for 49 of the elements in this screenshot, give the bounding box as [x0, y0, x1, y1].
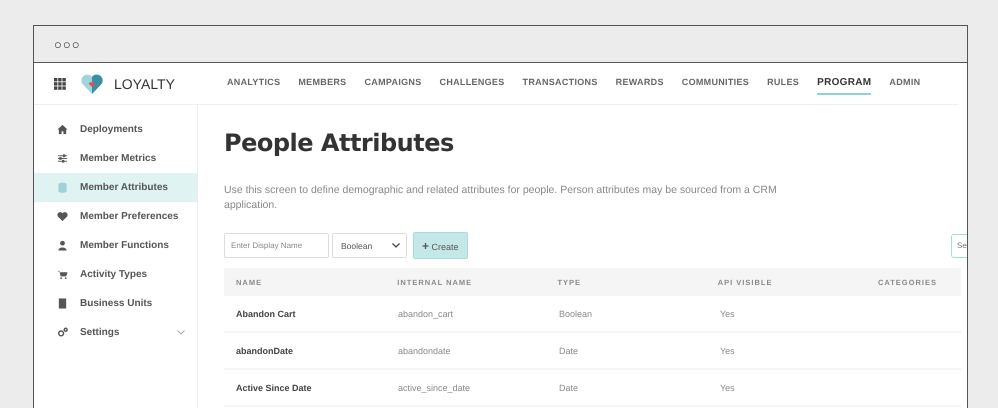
nav-tab[interactable]: COMMUNITIES	[682, 72, 750, 95]
nav-tab[interactable]: RULES	[767, 72, 800, 95]
sidebar-item[interactable]: Business Units	[34, 289, 197, 318]
apps-grid-icon[interactable]	[54, 78, 66, 90]
table-cell-text: Date	[558, 382, 580, 393]
table-cell-text: Yes	[719, 308, 736, 319]
building-icon	[57, 298, 68, 309]
type-dropdown[interactable]: Boolean	[332, 233, 407, 258]
page-title: People Attributes	[224, 129, 455, 157]
brand-name: LOYALTY	[114, 76, 175, 92]
table-cell-text: abandonDate	[235, 346, 294, 356]
table-cell-text: Boolean	[558, 308, 594, 319]
create-button[interactable]: + Create	[413, 232, 468, 260]
sidebar-item[interactable]: Member Metrics	[34, 144, 197, 173]
search-field[interactable]: Se	[951, 234, 967, 258]
nav-tab[interactable]: REWARDS	[616, 72, 664, 95]
heart-icon	[57, 211, 68, 222]
display-name-field[interactable]: Enter Display Name	[224, 233, 329, 258]
sidebar-item[interactable]: Settings	[34, 318, 197, 347]
table-cell-text: abandondate	[397, 346, 452, 356]
cart-icon	[57, 269, 68, 280]
table-cell-text: Yes	[719, 382, 736, 393]
user-icon	[57, 240, 68, 251]
window-controls[interactable]: ○○○	[54, 36, 81, 52]
nav-tab[interactable]: ADMIN	[889, 72, 920, 95]
page-description: Use this screen to define demographic and related attributes for people. Person attributes may be sourced from a CRM application.	[224, 183, 778, 212]
table-cell-text: Abandon Cart	[235, 308, 296, 319]
table-cell-text: abandon_cart	[397, 308, 454, 319]
sidebar-item[interactable]: Member Attributes	[34, 173, 197, 202]
sidebar-item[interactable]: Deployments	[34, 115, 197, 144]
sliders-icon	[57, 153, 68, 164]
chevron-down-icon	[392, 243, 400, 248]
heart-logo-icon	[80, 72, 104, 94]
gears-icon	[57, 327, 68, 338]
nav-tab[interactable]: MEMBERS	[298, 72, 346, 95]
table-cell-text: active_since_date	[397, 382, 472, 393]
sidebar-item[interactable]: Activity Types	[34, 260, 197, 289]
nav-tab[interactable]: ANALYTICS	[227, 72, 280, 95]
nav-tab[interactable]: CAMPAIGNS	[364, 72, 422, 95]
sidebar-item[interactable]: Member Preferences	[34, 202, 197, 231]
database-icon	[57, 182, 68, 193]
home-icon	[57, 124, 68, 135]
nav-tab[interactable]: PROGRAM	[817, 72, 872, 95]
nav-tab[interactable]: CHALLENGES	[440, 72, 505, 95]
table-cell-text: Yes	[719, 346, 736, 356]
table-cell-text: Date	[558, 346, 580, 356]
nav-tab[interactable]: TRANSACTIONS	[522, 72, 598, 95]
sidebar-item[interactable]: Member Functions	[34, 231, 197, 260]
table-cell-text: Active Since Date	[235, 382, 313, 393]
